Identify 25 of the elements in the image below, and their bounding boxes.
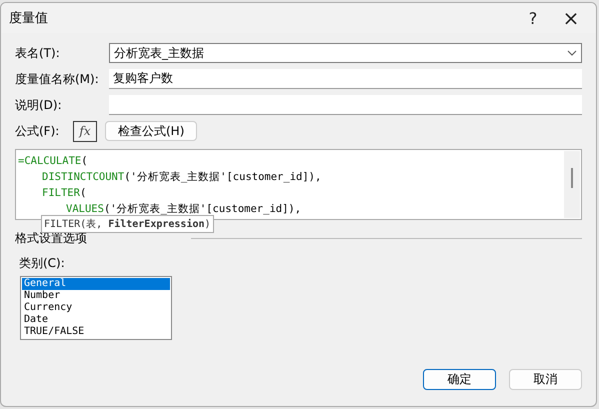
list-item[interactable]: TRUE/FALSE	[22, 326, 170, 338]
window-title: 度量值	[9, 10, 49, 27]
list-item[interactable]: General	[22, 278, 170, 290]
check-formula-button[interactable]: 检查公式(H)	[105, 121, 198, 141]
list-item[interactable]: Date	[22, 314, 170, 326]
field-label: 说明(D):	[15, 96, 63, 114]
field-label: 表名(T):	[15, 44, 61, 62]
formula-label: 公式(F):	[15, 122, 60, 140]
input-field[interactable]: 复购客户数	[109, 69, 582, 89]
chevron-down-icon	[567, 50, 577, 56]
input-field[interactable]	[109, 95, 582, 115]
ok-button[interactable]: 确定	[423, 369, 496, 390]
formula-editor[interactable]: =CALCULATE( DISTINCTCOUNT('分析宽表_主数据'[customer_id]), FILTER( VALUES('分析宽表_主数据'[customer_id]),	[15, 149, 582, 220]
field-label: 度量值名称(M):	[15, 70, 100, 88]
cancel-button[interactable]: 取消	[509, 369, 582, 390]
category-label: 类别(C):	[19, 255, 66, 272]
table-dropdown[interactable]: 分析宽表_主数据	[109, 43, 582, 63]
close-button[interactable]: ×	[552, 3, 590, 33]
help-button[interactable]: ?	[514, 3, 552, 33]
scrollbar[interactable]	[564, 151, 580, 218]
function-button[interactable]: fx	[73, 120, 97, 142]
category-list[interactable]: General Number Currency Date TRUE/FALSE	[20, 276, 172, 340]
list-item[interactable]: Currency	[22, 302, 170, 314]
tooltip: FILTER(表, FilterExpression)	[41, 215, 214, 233]
list-item[interactable]: Number	[22, 290, 170, 302]
